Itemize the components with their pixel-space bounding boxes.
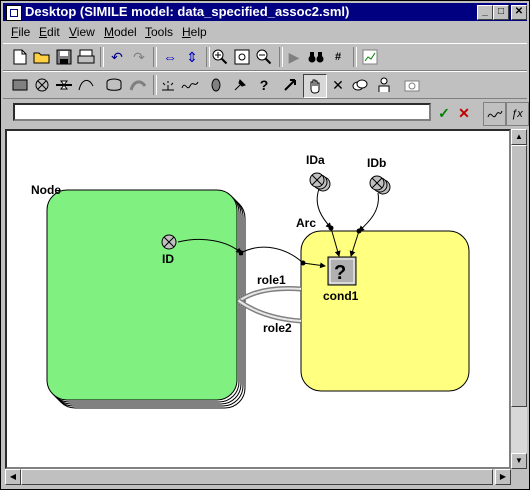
reject-x-icon[interactable]: ✕ — [453, 102, 475, 124]
redo-icon[interactable]: ↷ — [128, 46, 150, 68]
duplicate-icon[interactable] — [349, 74, 371, 96]
influence-ida-arc[interactable] — [316, 188, 332, 229]
snapshot-icon[interactable] — [401, 74, 423, 96]
window-title: Desktop (SIMILE model: data_specified_as… — [25, 4, 350, 19]
arrow-pointer-icon[interactable] — [279, 74, 301, 96]
oval-icon[interactable] — [205, 74, 227, 96]
maximize-button[interactable]: □ — [493, 5, 509, 20]
scroll-down-icon[interactable]: ▼ — [511, 453, 527, 469]
ida-variable-icon[interactable] — [309, 172, 331, 192]
scrollbar-corner — [511, 469, 527, 485]
cond1-label: cond1 — [323, 289, 359, 303]
function-fx-icon[interactable]: ƒx — [505, 102, 529, 126]
save-icon[interactable] — [53, 46, 75, 68]
role-arrows[interactable] — [237, 286, 302, 324]
scroll-left-icon[interactable]: ◀ — [5, 469, 21, 485]
formula-input[interactable] — [13, 103, 431, 121]
zoom-in-icon[interactable] — [209, 46, 231, 68]
menu-edit[interactable]: Edit — [39, 25, 60, 39]
idb-label: IDb — [367, 156, 386, 170]
scroll-right-icon[interactable]: ▶ — [495, 469, 511, 485]
node-submodel[interactable] — [46, 189, 246, 409]
graph-function-icon[interactable] — [483, 102, 507, 126]
app-icon[interactable] — [6, 5, 22, 21]
condition-icon[interactable]: ? — [327, 256, 357, 286]
influence-joint — [356, 228, 362, 234]
scroll-up-icon[interactable]: ▲ — [511, 129, 527, 145]
variable-icon[interactable] — [31, 74, 53, 96]
chart-icon[interactable] — [359, 46, 381, 68]
arc-submodel[interactable] — [300, 230, 470, 392]
delete-icon[interactable]: ✕ — [327, 74, 349, 96]
role-arrow-icon[interactable] — [127, 74, 149, 96]
zoom-out-icon[interactable] — [253, 46, 275, 68]
model-canvas[interactable]: Node Arc role1 role2 ID IDa IDb ? cond1 — [5, 129, 511, 469]
move-vertical-icon[interactable]: ⇕ — [181, 46, 203, 68]
hand-icon[interactable] — [303, 74, 327, 98]
formula-bar: ✓ ✕ ƒx — [3, 99, 529, 127]
ida-label: IDa — [306, 153, 325, 167]
move-horizontal-icon[interactable]: ⇔ — [159, 46, 181, 68]
menu-file[interactable]: File — [11, 25, 30, 39]
condition-symbol: ? — [334, 262, 346, 284]
idb-variable-icon[interactable] — [369, 175, 391, 195]
find-next-icon[interactable]: # — [327, 46, 349, 68]
squiggle-icon[interactable] — [179, 74, 201, 96]
influence-icon[interactable] — [75, 74, 97, 96]
influence-idb-arc[interactable] — [358, 192, 379, 232]
main-toolbar: ↶ ↷ ⇔ ⇕ ▶ # — [3, 43, 527, 71]
undo-icon[interactable]: ↶ — [106, 46, 128, 68]
id-label: ID — [162, 252, 174, 266]
flow-icon[interactable] — [53, 74, 75, 96]
horizontal-scroll-thumb[interactable] — [21, 469, 493, 485]
modelling-toolbar: ? ✕ — [3, 71, 527, 99]
toolbar-separator — [153, 47, 157, 67]
close-button[interactable]: ✕ — [511, 5, 527, 20]
accept-check-icon[interactable]: ✓ — [433, 102, 455, 124]
influence-joint — [238, 250, 244, 256]
menu-help[interactable]: Help — [182, 25, 207, 39]
minimize-button[interactable]: _ — [477, 5, 493, 20]
run-icon[interactable]: ▶ — [283, 46, 305, 68]
menu-model[interactable]: Model — [104, 25, 137, 39]
new-file-icon[interactable] — [9, 46, 31, 68]
menu-tools[interactable]: Tools — [145, 25, 173, 39]
main-window: Desktop (SIMILE model: data_specified_as… — [0, 0, 530, 490]
menu-view[interactable]: View — [69, 25, 95, 39]
id-variable-icon[interactable] — [161, 234, 177, 250]
influence-joint — [300, 260, 306, 266]
puppet-icon[interactable] — [373, 74, 395, 96]
horizontal-scrollbar[interactable]: ◀ ▶ — [5, 469, 511, 485]
compartment-icon[interactable] — [9, 74, 31, 96]
print-icon[interactable] — [75, 46, 97, 68]
role1-label: role1 — [257, 273, 286, 287]
arc-label: Arc — [296, 216, 316, 230]
pin-icon[interactable] — [229, 74, 251, 96]
influence-id-arc-2[interactable] — [240, 246, 304, 264]
open-folder-icon[interactable] — [31, 46, 53, 68]
toolbar-separator — [100, 47, 104, 67]
submodel-icon[interactable] — [103, 74, 125, 96]
influence-joint — [328, 225, 334, 231]
event-icon[interactable] — [157, 74, 179, 96]
binoculars-icon[interactable] — [305, 46, 327, 68]
zoom-fit-icon[interactable] — [231, 46, 253, 68]
title-bar: Desktop (SIMILE model: data_specified_as… — [3, 3, 527, 21]
help-question-icon[interactable]: ? — [253, 74, 275, 96]
vertical-scroll-thumb[interactable] — [511, 145, 527, 407]
vertical-scrollbar[interactable]: ▲ ▼ — [511, 129, 527, 469]
role2-label: role2 — [263, 321, 292, 335]
node-label: Node — [31, 183, 61, 197]
toolbar-separator — [353, 47, 357, 67]
